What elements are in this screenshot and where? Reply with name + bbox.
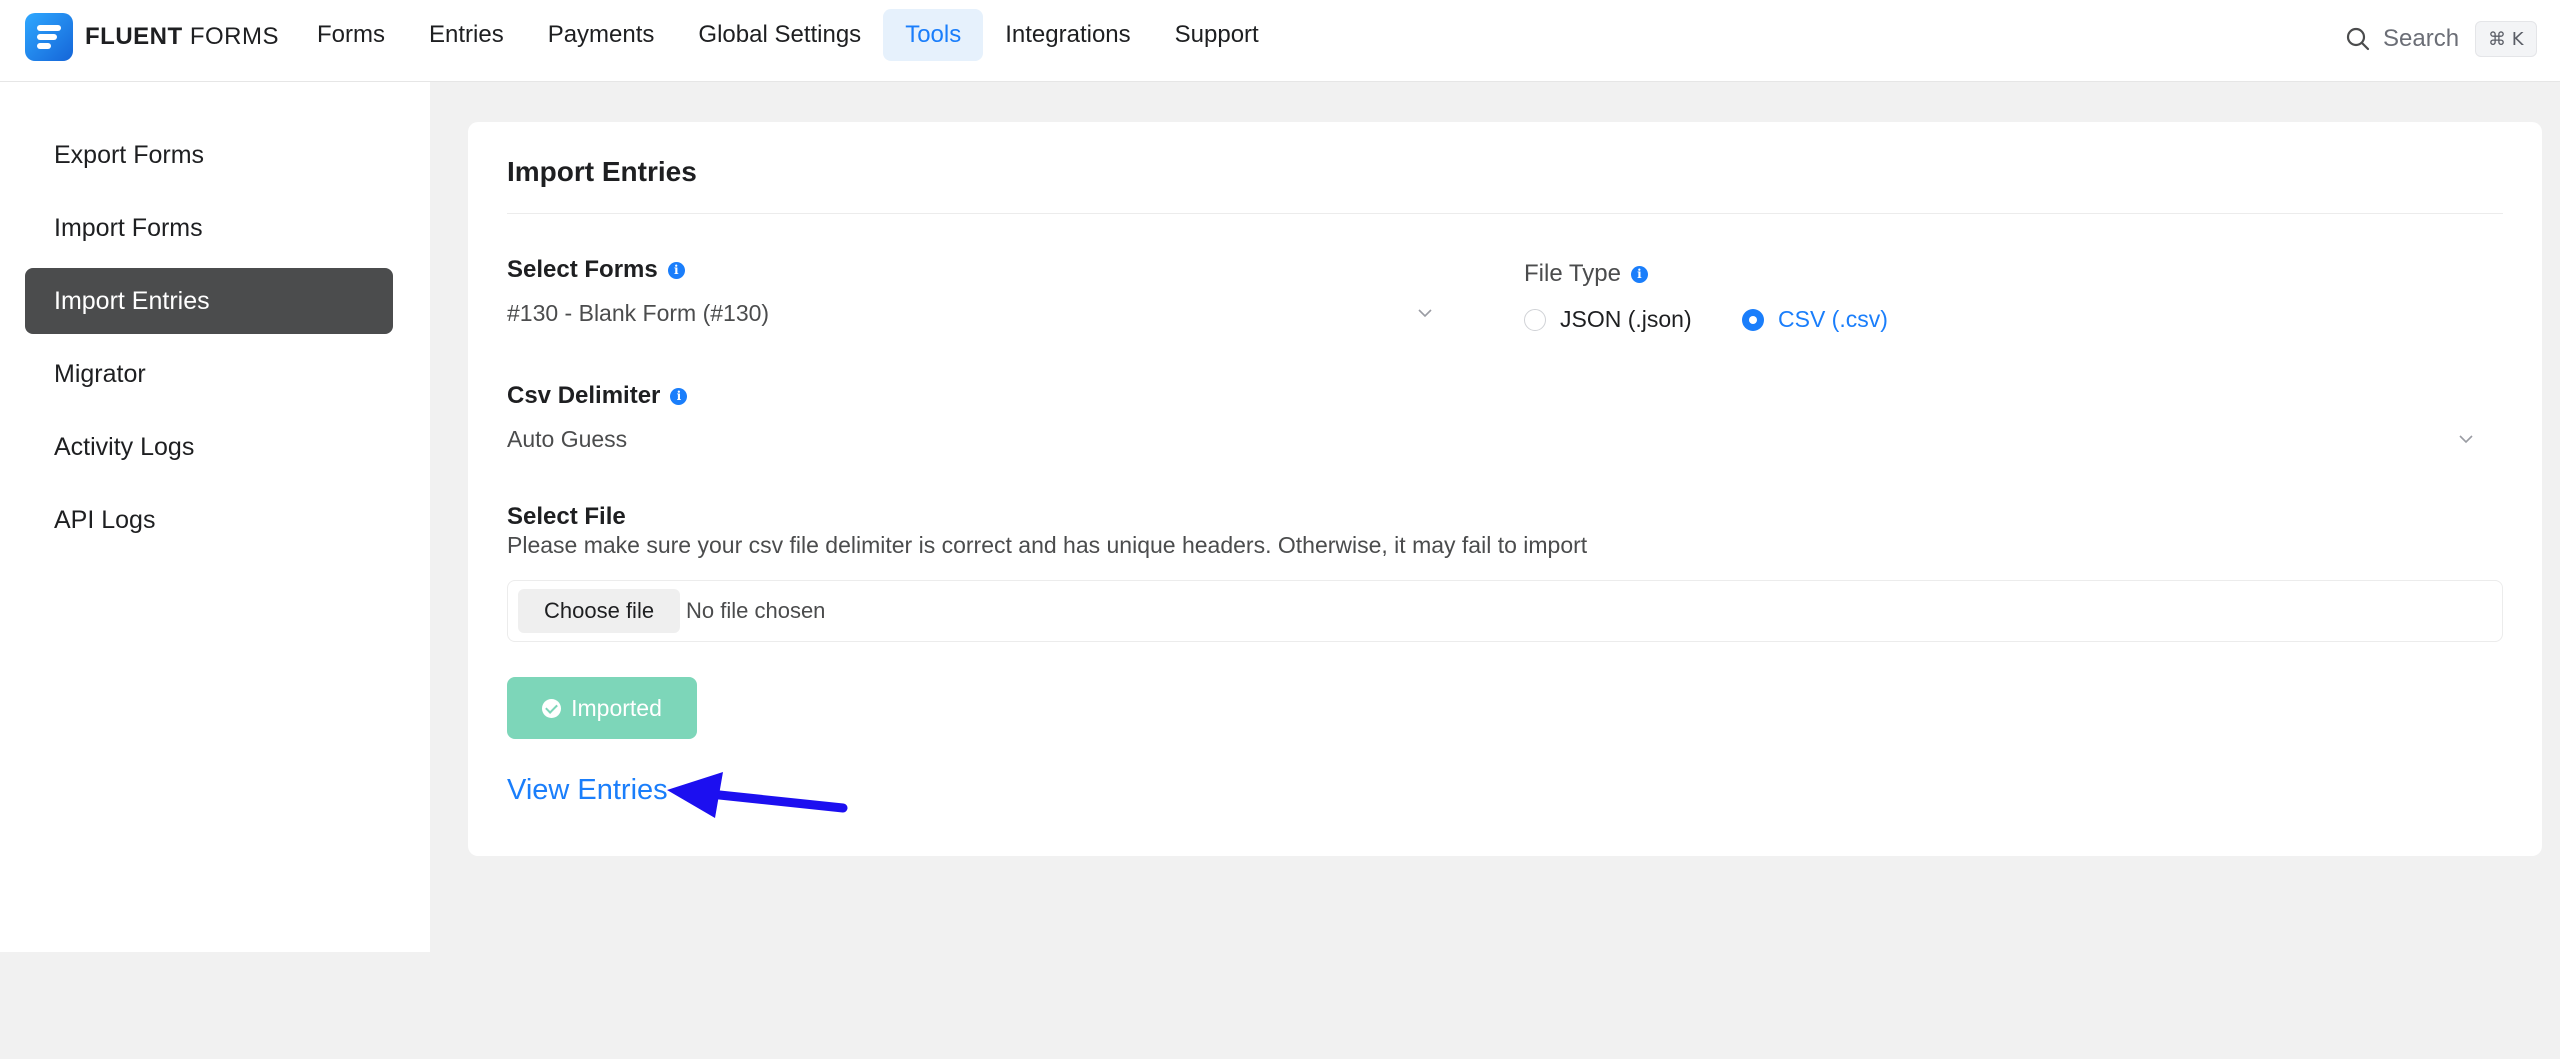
select-file-label: Select File <box>507 503 626 530</box>
search-icon <box>2346 27 2370 51</box>
imported-button[interactable]: Imported <box>507 677 697 739</box>
search-shortcut-badge: ⌘ K <box>2475 21 2537 57</box>
tools-sidebar: Export Forms Import Forms Import Entries… <box>0 82 430 952</box>
brand-name: FLUENT FORMS <box>85 23 279 50</box>
radio-json-option[interactable]: JSON (.json) <box>1524 306 1692 333</box>
import-entries-card: Import Entries Select Forms i #130 - Bla… <box>468 122 2542 856</box>
nav-forms[interactable]: Forms <box>295 9 407 61</box>
file-status: No file chosen <box>686 598 826 623</box>
nav-global-settings[interactable]: Global Settings <box>676 9 883 61</box>
csv-delimiter-label: Csv Delimiter i <box>507 382 688 410</box>
nav-payments[interactable]: Payments <box>526 9 677 61</box>
radio-json-label: JSON (.json) <box>1560 306 1692 332</box>
choose-file-button[interactable]: Choose file <box>518 589 681 633</box>
page-title: Import Entries <box>507 156 697 187</box>
main-nav: Forms Entries Payments Global Settings T… <box>295 9 1281 61</box>
view-entries-link[interactable]: View Entries <box>507 774 668 807</box>
chevron-down-icon <box>2459 435 2473 444</box>
sidebar-item-migrator[interactable]: Migrator <box>25 341 393 407</box>
chevron-down-icon <box>1418 309 1432 318</box>
fluent-forms-logo-icon <box>25 13 73 61</box>
sidebar-item-import-forms[interactable]: Import Forms <box>25 195 393 261</box>
select-forms-value: #130 - Blank Form (#130) <box>507 300 770 326</box>
sidebar-item-export-forms[interactable]: Export Forms <box>25 122 393 188</box>
search-label: Search <box>2383 25 2460 52</box>
radio-csv-label: CSV (.csv) <box>1778 306 1888 332</box>
sidebar-item-activity-logs[interactable]: Activity Logs <box>25 414 393 480</box>
radio-csv[interactable] <box>1742 308 1764 331</box>
search-button[interactable]: Search ⌘ K <box>2345 19 2537 59</box>
file-input[interactable]: Choose file No file chosen <box>507 580 2503 642</box>
csv-delimiter-dropdown[interactable]: Auto Guess <box>507 420 2503 462</box>
sidebar-item-api-logs[interactable]: API Logs <box>25 487 393 553</box>
check-circle-icon <box>542 698 562 718</box>
radio-json[interactable] <box>1524 308 1546 331</box>
nav-entries[interactable]: Entries <box>407 9 526 61</box>
info-icon[interactable]: i <box>667 261 685 279</box>
select-file-help-text: Please make sure your csv file delimiter… <box>507 532 1588 558</box>
nav-integrations[interactable]: Integrations <box>983 9 1152 61</box>
radio-csv-option[interactable]: CSV (.csv) <box>1742 306 1888 333</box>
nav-support[interactable]: Support <box>1153 9 1281 61</box>
brand-logo[interactable]: FLUENT FORMS <box>25 13 279 61</box>
sidebar-item-import-entries[interactable]: Import Entries <box>25 268 393 334</box>
info-icon[interactable]: i <box>670 387 688 405</box>
select-forms-dropdown[interactable]: #130 - Blank Form (#130) <box>507 294 1467 336</box>
select-forms-label: Select Forms i <box>507 256 685 284</box>
info-icon[interactable]: i <box>1630 265 1648 283</box>
nav-tools[interactable]: Tools <box>883 9 984 61</box>
top-navigation-bar: FLUENT FORMS Forms Entries Payments Glob… <box>0 0 2560 82</box>
imported-button-label: Imported <box>571 694 662 721</box>
title-divider <box>507 213 2503 214</box>
file-type-label: File Type i <box>1524 260 1648 288</box>
csv-delimiter-value: Auto Guess <box>507 426 628 452</box>
annotation-arrow-icon <box>667 772 848 818</box>
